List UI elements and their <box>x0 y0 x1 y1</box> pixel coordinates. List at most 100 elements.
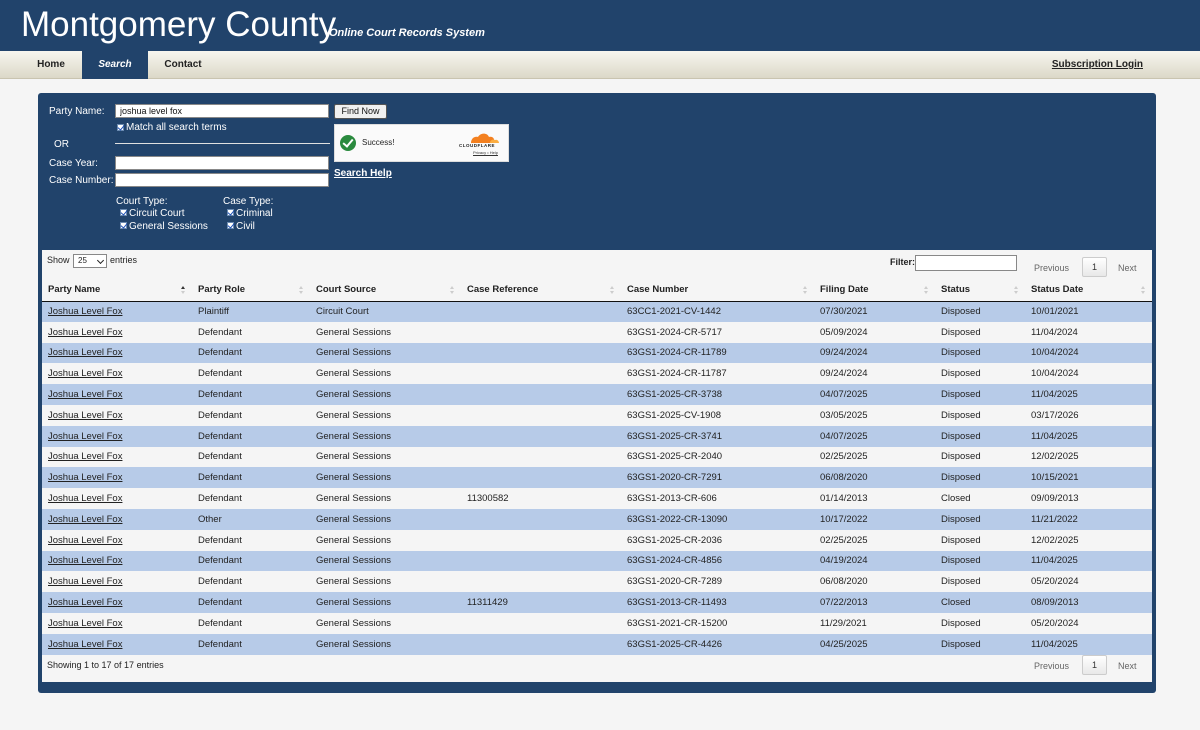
party-name-link[interactable]: Joshua Level Fox <box>48 576 122 587</box>
party-name-link[interactable]: Joshua Level Fox <box>48 514 122 525</box>
party-name-link[interactable]: Joshua Level Fox <box>48 389 122 400</box>
table-cell: Defendant <box>198 576 242 588</box>
table-cell: Joshua Level Fox <box>42 363 192 384</box>
table-cell: 10/04/2024 <box>1031 347 1079 359</box>
case-number-input[interactable] <box>115 173 329 187</box>
civil-checkbox[interactable] <box>227 222 234 229</box>
table-cell: Disposed <box>941 347 981 359</box>
table-cell: Disposed <box>941 326 981 338</box>
party-name-link[interactable]: Joshua Level Fox <box>48 368 122 379</box>
next-button-top[interactable]: Next <box>1118 263 1137 273</box>
table-cell: Disposed <box>941 555 981 567</box>
case-year-input[interactable] <box>115 156 329 170</box>
column-header[interactable]: Party Name <box>42 279 192 302</box>
party-name-link[interactable]: Joshua Level Fox <box>48 306 122 317</box>
party-name-link[interactable]: Joshua Level Fox <box>48 347 122 358</box>
table-cell: Defendant <box>198 597 242 609</box>
nav-home[interactable]: Home <box>22 51 80 79</box>
column-header[interactable]: Case Reference <box>461 279 621 302</box>
table-cell: Defendant <box>198 451 242 463</box>
party-name-link[interactable]: Joshua Level Fox <box>48 555 122 566</box>
column-header[interactable]: Court Source <box>310 279 461 302</box>
criminal-checkbox[interactable] <box>227 209 234 216</box>
table-cell: Defendant <box>198 389 242 401</box>
table-cell: 07/30/2021 <box>820 306 868 318</box>
table-cell: 63GS1-2020-CR-7289 <box>627 576 723 588</box>
previous-button-top[interactable]: Previous <box>1034 263 1069 273</box>
table-cell: Disposed <box>941 576 981 588</box>
table-cell: Joshua Level Fox <box>42 405 192 426</box>
table-cell: 63GS1-2013-CR-11493 <box>627 597 727 609</box>
page-button-bottom[interactable]: 1 <box>1082 655 1107 675</box>
chevron-down-icon <box>96 256 105 265</box>
party-name-link[interactable]: Joshua Level Fox <box>48 327 122 338</box>
table-cell: General Sessions <box>316 638 391 650</box>
table-cell: Disposed <box>941 513 981 525</box>
captcha-links[interactable]: Privacy • Help <box>473 150 498 155</box>
column-header[interactable]: Filing Date <box>814 279 935 302</box>
party-name-link[interactable]: Joshua Level Fox <box>48 472 122 483</box>
nav-search[interactable]: Search <box>82 51 148 79</box>
party-name-link[interactable]: Joshua Level Fox <box>48 431 122 442</box>
party-name-link[interactable]: Joshua Level Fox <box>48 639 122 650</box>
table-cell: 05/20/2024 <box>1031 617 1079 629</box>
party-name-link[interactable]: Joshua Level Fox <box>48 410 122 421</box>
party-name-link[interactable]: Joshua Level Fox <box>48 535 122 546</box>
table-cell: General Sessions <box>316 597 391 609</box>
table-cell: 11/04/2025 <box>1031 555 1078 567</box>
table-cell: General Sessions <box>316 368 391 380</box>
table-cell: Defendant <box>198 638 242 650</box>
table-row: Joshua Level Fox Other General Sessions 63G… <box>42 508 1152 530</box>
sort-asc-icon <box>181 286 186 294</box>
results-panel: Show 25 entries Filter: Previous 1 Next … <box>42 250 1152 682</box>
page-length-select[interactable]: 25 <box>73 254 107 268</box>
table-cell: 63GS1-2024-CR-11789 <box>627 347 727 359</box>
divider <box>115 143 330 144</box>
captcha-widget[interactable]: Success! CLOUDFLARE Privacy • Help <box>334 124 509 162</box>
table-cell: Defendant <box>198 472 242 484</box>
column-header[interactable]: Party Role <box>192 279 310 302</box>
table-cell: 04/07/2025 <box>820 389 868 401</box>
party-name-link[interactable]: Joshua Level Fox <box>48 451 122 462</box>
column-header[interactable]: Status Date <box>1025 279 1152 302</box>
table-cell: General Sessions <box>316 347 391 359</box>
table-cell: Joshua Level Fox <box>42 301 192 322</box>
table-cell: Disposed <box>941 409 981 421</box>
next-button-bottom[interactable]: Next <box>1118 661 1137 671</box>
general-sessions-checkbox[interactable] <box>120 222 127 229</box>
table-cell: 11/04/2025 <box>1031 430 1078 442</box>
table-cell: Disposed <box>941 617 981 629</box>
party-name-link[interactable]: Joshua Level Fox <box>48 597 122 608</box>
match-all-checkbox[interactable] <box>117 124 124 131</box>
circuit-court-checkbox[interactable] <box>120 209 127 216</box>
table-row: Joshua Level Fox Defendant General Session… <box>42 404 1152 426</box>
site-subtitle: Online Court Records System <box>329 27 485 39</box>
captcha-status: Success! <box>362 138 395 147</box>
party-name-link[interactable]: Joshua Level Fox <box>48 618 122 629</box>
party-name-link[interactable]: Joshua Level Fox <box>48 493 122 504</box>
table-cell: Defendant <box>198 368 242 380</box>
case-number-label: Case Number: <box>49 175 114 186</box>
party-name-input[interactable] <box>115 104 329 118</box>
table-cell: General Sessions <box>316 555 391 567</box>
table-cell: 09/24/2024 <box>820 347 868 359</box>
table-cell: Joshua Level Fox <box>42 592 192 613</box>
find-now-button[interactable]: Find Now <box>334 104 387 119</box>
entries-label: entries <box>110 255 138 265</box>
previous-button-bottom[interactable]: Previous <box>1034 661 1069 671</box>
column-header[interactable]: Case Number <box>621 279 814 302</box>
nav-contact[interactable]: Contact <box>150 51 216 79</box>
table-cell <box>461 384 621 405</box>
subscription-login-link[interactable]: Subscription Login <box>1052 51 1143 79</box>
page-button-top[interactable]: 1 <box>1082 257 1107 277</box>
column-header[interactable]: Status <box>935 279 1025 302</box>
filter-input[interactable] <box>915 255 1017 271</box>
table-cell: 63GS1-2025-CR-2040 <box>627 451 723 463</box>
table-cell <box>461 634 621 655</box>
table-cell: 11311429 <box>467 597 508 609</box>
circuit-court-label: Circuit Court <box>129 208 185 219</box>
table-cell <box>461 343 621 364</box>
table-row: Joshua Level Fox Defendant General Session… <box>42 446 1152 468</box>
table-row: Joshua Level Fox Defendant General Session… <box>42 633 1152 655</box>
search-help-link[interactable]: Search Help <box>334 168 392 179</box>
